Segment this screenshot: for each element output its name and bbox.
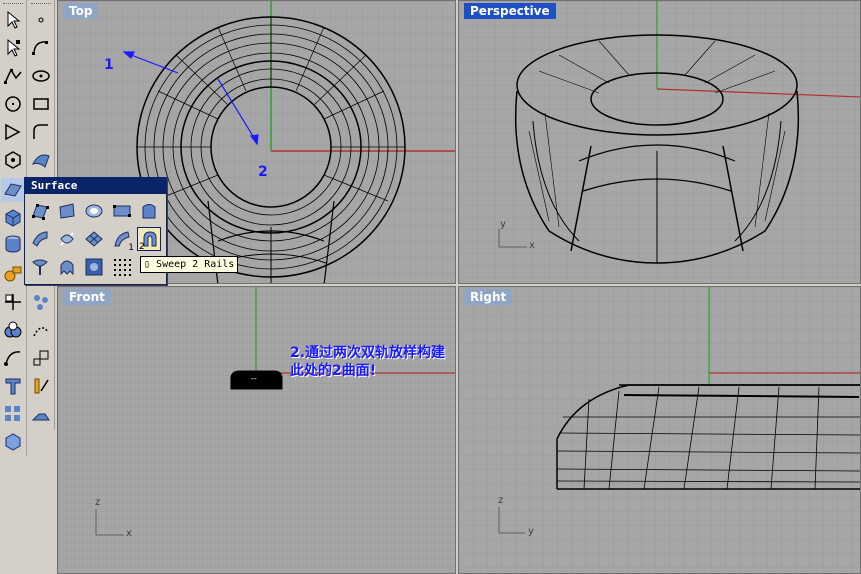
surface-panel-title[interactable]: Surface [25,178,166,194]
point-grid-icon[interactable] [110,255,134,279]
viewport-label-top[interactable]: Top [63,3,99,19]
heightfield-icon[interactable] [82,255,106,279]
dimension-icon[interactable] [29,374,53,398]
surface-tools-icon[interactable] [1,178,25,202]
annotation-label-2: 2 [258,164,268,180]
front-profile-marker: -- [251,374,257,383]
grid-right [459,287,860,573]
surface-from-points-icon[interactable] [28,199,52,223]
viewport-front[interactable]: Front -- z x [57,286,456,574]
curve-from-object-icon[interactable] [1,346,25,370]
viewport-label-right[interactable]: Right [464,289,513,305]
grid-perspective [459,1,860,283]
viewport-label-perspective[interactable]: Perspective [464,3,556,19]
main-toolbar-left [0,0,27,456]
axis-label-right-h: y [528,526,534,537]
rectangle-icon[interactable] [29,92,53,116]
instruction-note-line1: 2.通过两次双轨放样构建 [290,345,446,361]
select-arrow-icon[interactable] [1,8,25,32]
curve-icon[interactable] [29,36,53,60]
annotation-label-1: 1 [104,57,114,73]
network-surface-icon[interactable] [82,227,106,251]
array-icon[interactable] [1,402,25,426]
text-icon[interactable] [1,374,25,398]
viewport-label-front[interactable]: Front [63,289,111,305]
sweep-1-badge: 1 [128,243,134,253]
render-icon[interactable] [1,430,25,454]
boolean-union-icon[interactable] [1,318,25,342]
rebuild-curve-icon[interactable] [29,318,53,342]
instruction-note-line2: 此处的2曲面! [290,363,377,379]
arc-icon[interactable] [1,120,25,144]
axis-label-perspective-v: y [500,219,506,230]
axis-label-front-h: x [126,528,132,539]
sweep-2-rails-icon[interactable]: 2 [137,227,161,252]
axis-label-perspective-h: x [529,240,535,251]
circle-icon[interactable] [1,92,25,116]
box-solid-icon[interactable] [1,206,25,230]
sweep-2-rails-tooltip: ▯ Sweep 2 Rails [140,256,239,273]
grid-front [58,287,455,573]
viewport-right[interactable]: Right z y [458,286,861,574]
move-icon[interactable] [1,290,25,314]
instruction-note: 2.通过两次双轨放样构建 此处的2曲面! [290,344,445,380]
loft-icon[interactable] [28,227,52,251]
revolve-icon[interactable] [55,227,79,251]
point-icon[interactable] [29,8,53,32]
rail-revolve-icon[interactable] [28,255,52,279]
tooltip-mouse-icon: ▯ [144,259,157,270]
select-points-icon[interactable] [1,36,25,60]
ellipse-icon[interactable] [29,64,53,88]
sweep-1-rail-icon[interactable]: 1 [110,227,134,253]
viewport-perspective[interactable]: Perspective y x [458,0,861,284]
points-on-icon[interactable] [29,290,53,314]
transform-tools-icon[interactable] [1,262,25,286]
sweep-2-badge: 2 [139,242,145,252]
cylinder-icon[interactable] [1,232,25,256]
analyze-icon[interactable] [29,402,53,426]
polygon-icon[interactable] [1,148,25,172]
tooltip-text: Sweep 2 Rails [156,259,235,270]
toolbar-grip[interactable] [3,3,23,7]
edge-surface-icon[interactable] [55,199,79,223]
toolbar-grip[interactable] [31,3,51,7]
axis-label-right-v: z [498,495,504,506]
extrude-icon[interactable] [137,199,161,223]
surface-edit-icon[interactable] [29,148,53,172]
drape-icon[interactable] [55,255,79,279]
axis-label-front-v: z [95,497,101,508]
patch-icon[interactable] [82,199,106,223]
scale-icon[interactable] [29,346,53,370]
plane-icon[interactable] [110,199,134,223]
fillet-curves-icon[interactable] [29,120,53,144]
polyline-icon[interactable] [1,64,25,88]
